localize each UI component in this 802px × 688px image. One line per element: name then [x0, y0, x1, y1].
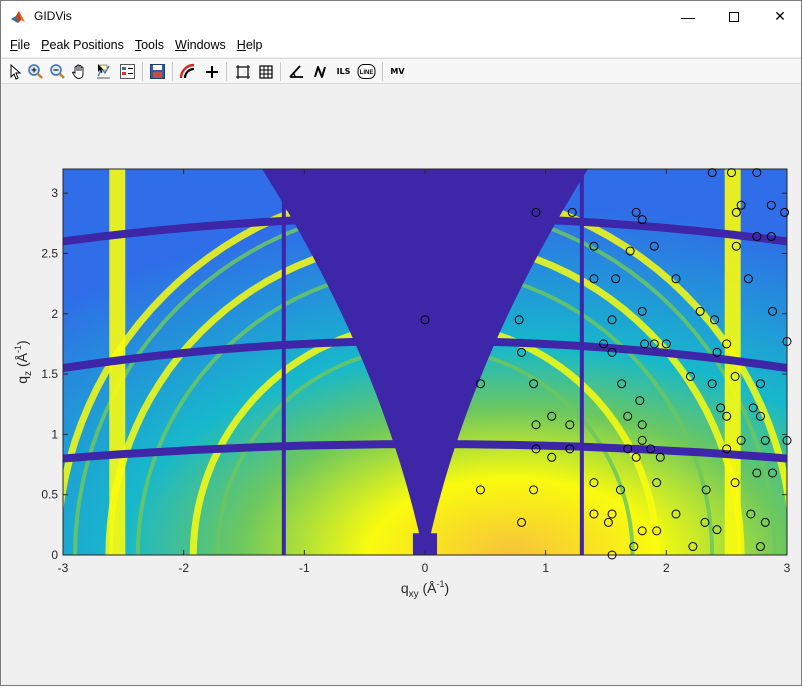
menu-tools-label: ools: [141, 37, 165, 52]
data-cursor-icon: [97, 64, 110, 79]
angle-button[interactable]: [286, 61, 307, 82]
line-button[interactable]: LINE: [356, 61, 377, 82]
toolbar: ILS LINE MV: [1, 58, 801, 84]
toolbar-separator: [382, 62, 383, 81]
gid-plot[interactable]: -3 -2 -1 0 1 2 300.511.522.53 qxy (Å-1)qz (Å-1…: [1, 85, 801, 685]
close-button[interactable]: ✕: [757, 1, 802, 32]
window-title: GIDVis: [34, 9, 72, 23]
pan-hand-icon: [71, 64, 84, 79]
rectangle-icon: [235, 64, 250, 79]
data-cursor-button[interactable]: [93, 61, 114, 82]
save-icon: [150, 64, 165, 79]
x-axis-label: qxy (Å-1): [401, 579, 449, 600]
menu-peak-label: eak Positions: [49, 37, 124, 52]
mv-icon: MV: [390, 67, 405, 76]
x-tick-label: -3: [58, 561, 69, 575]
menu-windows-accel: W: [175, 37, 187, 52]
y-label-main: q: [14, 376, 30, 384]
toolbar-separator: [280, 62, 281, 81]
y-tick-label: 0.5: [41, 488, 58, 502]
menu-peak-accel: P: [41, 37, 50, 52]
pointer-icon: [10, 63, 21, 80]
y-label-end: ): [14, 340, 30, 345]
menu-file-label: ile: [17, 37, 31, 52]
ring-tool-button[interactable]: [177, 61, 198, 82]
menu-help[interactable]: Help: [232, 38, 268, 52]
x-tick-label: -2: [178, 561, 189, 575]
x-label-end: ): [445, 580, 450, 596]
close-icon: ✕: [774, 8, 786, 24]
minimize-icon: —: [681, 8, 695, 25]
menu-help-label: elp: [245, 37, 263, 52]
angle-icon: [289, 65, 303, 78]
y-label-rest: (Å: [14, 352, 30, 371]
y-tick-label: 2: [51, 307, 58, 321]
y-tick-label: 2.5: [41, 246, 58, 260]
x-label-main: q: [401, 580, 409, 596]
menu-windows-label: indows: [186, 37, 226, 52]
crosshair-icon: [205, 65, 218, 78]
scattering-image: [63, 169, 787, 555]
menu-bar: File Peak Positions Tools Windows Help: [1, 32, 801, 57]
x-tick-label: -1: [299, 561, 310, 575]
ils-button[interactable]: ILS: [333, 61, 354, 82]
toolbar-separator: [226, 62, 227, 81]
x-label-rest: (Å: [419, 580, 438, 596]
ring-icon: [179, 63, 195, 79]
line-n-button[interactable]: [309, 61, 330, 82]
crosshair-button[interactable]: [201, 61, 222, 82]
matlab-icon: [11, 11, 25, 23]
grid-icon: [258, 64, 273, 79]
y-tick-label: 1: [51, 427, 58, 441]
minimize-button[interactable]: —: [665, 1, 711, 32]
toolbar-separator: [172, 62, 173, 81]
zoom-in-button[interactable]: [25, 61, 46, 82]
legend-icon: [120, 64, 135, 79]
grid-button[interactable]: [255, 61, 276, 82]
pan-button[interactable]: [69, 61, 90, 82]
menu-help-accel: H: [236, 37, 246, 52]
maximize-button[interactable]: [711, 1, 757, 32]
figure-canvas: -3 -2 -1 0 1 2 3 0 0.5 1 1.5 2 2.5 3 qxy (Å-1) qz (Å-1…: [1, 85, 801, 685]
rectangle-button[interactable]: [232, 61, 253, 82]
x-tick-label: 2: [663, 561, 670, 575]
menu-tools[interactable]: Tools: [130, 38, 169, 52]
menu-peak-positions[interactable]: Peak Positions: [36, 38, 129, 52]
x-label-sub: xy: [409, 589, 419, 600]
x-tick-label: 1: [542, 561, 549, 575]
y-axis-label: qz (Å-1): [13, 340, 34, 383]
x-tick-label: 0: [422, 561, 429, 575]
mv-button[interactable]: MV: [387, 61, 408, 82]
line-icon: LINE: [357, 64, 376, 79]
maximize-icon: [729, 11, 739, 22]
y-tick-label: 0: [51, 548, 58, 562]
line-n-icon: [313, 65, 326, 78]
line-icon-label: LINE: [360, 70, 374, 76]
y-tick-label: 1.5: [41, 367, 58, 381]
toolbar-separator: [142, 62, 143, 81]
zoom-out-icon: [50, 64, 65, 79]
gidvis-window: GIDVis — ✕ File Peak Positions Tools Win…: [0, 0, 802, 686]
y-tick-label: 3: [51, 186, 58, 200]
ils-icon: ILS: [336, 67, 351, 76]
save-button[interactable]: [147, 61, 168, 82]
menu-windows[interactable]: Windows: [170, 38, 231, 52]
title-bar: GIDVis — ✕: [1, 1, 801, 32]
zoom-out-button[interactable]: [47, 61, 68, 82]
menu-file[interactable]: File: [5, 38, 35, 52]
menu-file-accel: F: [10, 37, 18, 52]
y-label-sup: -1: [13, 345, 23, 353]
x-label-sup: -1: [437, 579, 445, 589]
zoom-in-icon: [28, 64, 43, 79]
pointer-button[interactable]: [4, 61, 25, 82]
x-tick-label: 3: [784, 561, 791, 575]
legend-button[interactable]: [117, 61, 138, 82]
